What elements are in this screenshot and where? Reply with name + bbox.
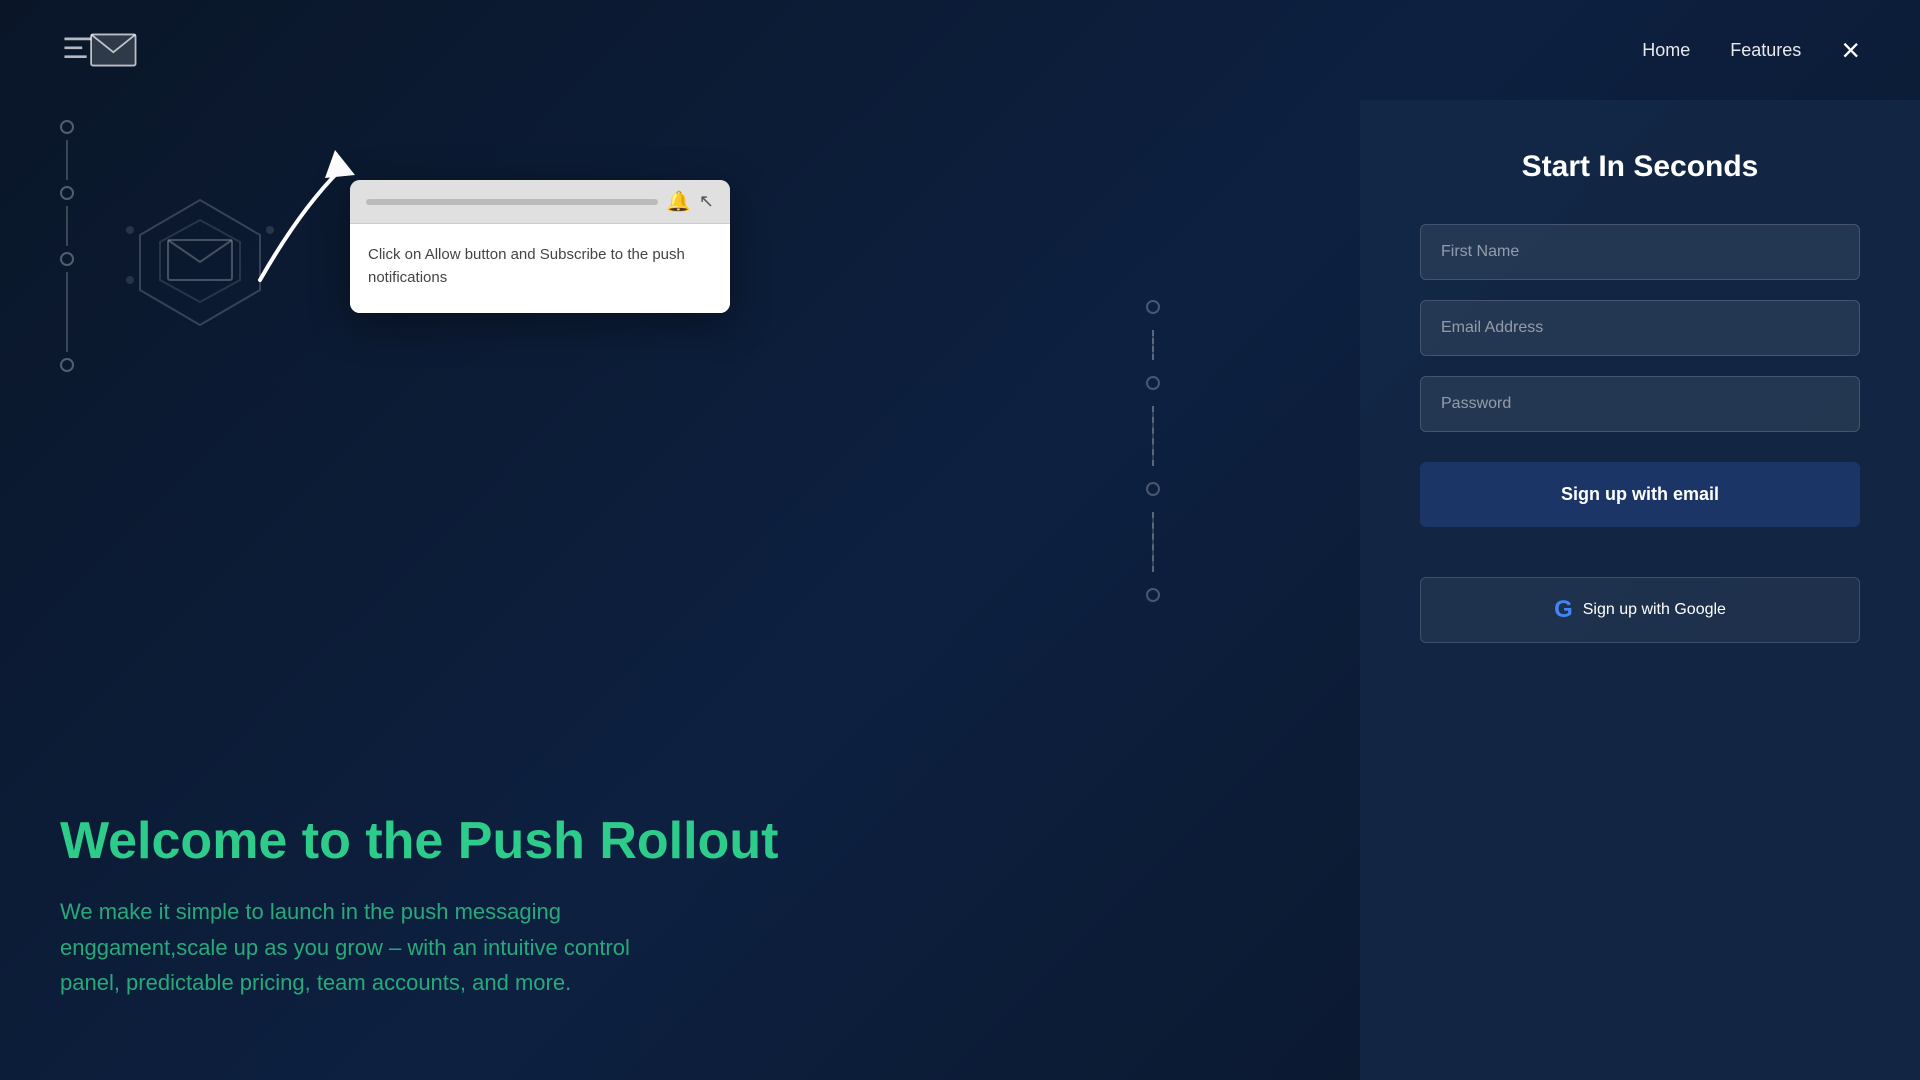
signup-email-button[interactable]: Sign up with email	[1420, 462, 1860, 527]
google-icon: G	[1554, 596, 1573, 624]
rline-3	[1152, 512, 1154, 572]
notification-bar: 🔔 ↖	[350, 180, 730, 224]
cursor-icon: ↖	[699, 191, 714, 212]
rdot-2	[1146, 376, 1160, 390]
notification-bell-icon: 🔔	[666, 189, 691, 214]
main-content: 🔔 ↖ Click on Allow button and Subscribe …	[0, 100, 1920, 1080]
notification-bar-fill	[366, 199, 658, 205]
dot-2	[60, 186, 74, 200]
dot-4	[60, 358, 74, 372]
signup-google-label: Sign up with Google	[1583, 601, 1726, 619]
line-2	[66, 206, 68, 246]
rdot-3	[1146, 482, 1160, 496]
notification-body: Click on Allow button and Subscribe to t…	[350, 224, 730, 313]
dot-1	[60, 120, 74, 134]
rdot-1	[1146, 300, 1160, 314]
nav-links: Home Features ×	[1642, 34, 1860, 66]
signup-panel: Start In Seconds Sign up with email G Si…	[1360, 100, 1920, 1080]
email-input[interactable]	[1420, 300, 1860, 356]
navbar: Home Features ×	[0, 0, 1920, 100]
hero-title: Welcome to the Push Rollout	[60, 813, 1300, 870]
first-name-input[interactable]	[1420, 224, 1860, 280]
decorative-right-dots	[1146, 300, 1160, 602]
password-group	[1420, 376, 1860, 432]
close-button[interactable]: ×	[1841, 34, 1860, 66]
email-group	[1420, 300, 1860, 356]
notification-text: Click on Allow button and Subscribe to t…	[368, 244, 712, 289]
logo	[60, 20, 140, 80]
first-name-group	[1420, 224, 1860, 280]
decorative-dots-left	[60, 120, 74, 372]
logo-icon	[60, 20, 140, 80]
line-3	[66, 272, 68, 352]
hero-description: We make it simple to launch in the push …	[60, 894, 660, 1000]
rdot-4	[1146, 588, 1160, 602]
form-title: Start In Seconds	[1420, 150, 1860, 184]
left-panel: 🔔 ↖ Click on Allow button and Subscribe …	[0, 100, 1360, 1080]
rline-1	[1152, 330, 1154, 360]
password-input[interactable]	[1420, 376, 1860, 432]
nav-features[interactable]: Features	[1730, 40, 1801, 61]
dot-3	[60, 252, 74, 266]
nav-home[interactable]: Home	[1642, 40, 1690, 61]
signup-google-button[interactable]: G Sign up with Google	[1420, 577, 1860, 643]
line-1	[66, 140, 68, 180]
notification-popup: 🔔 ↖ Click on Allow button and Subscribe …	[350, 180, 730, 313]
rline-2	[1152, 406, 1154, 466]
